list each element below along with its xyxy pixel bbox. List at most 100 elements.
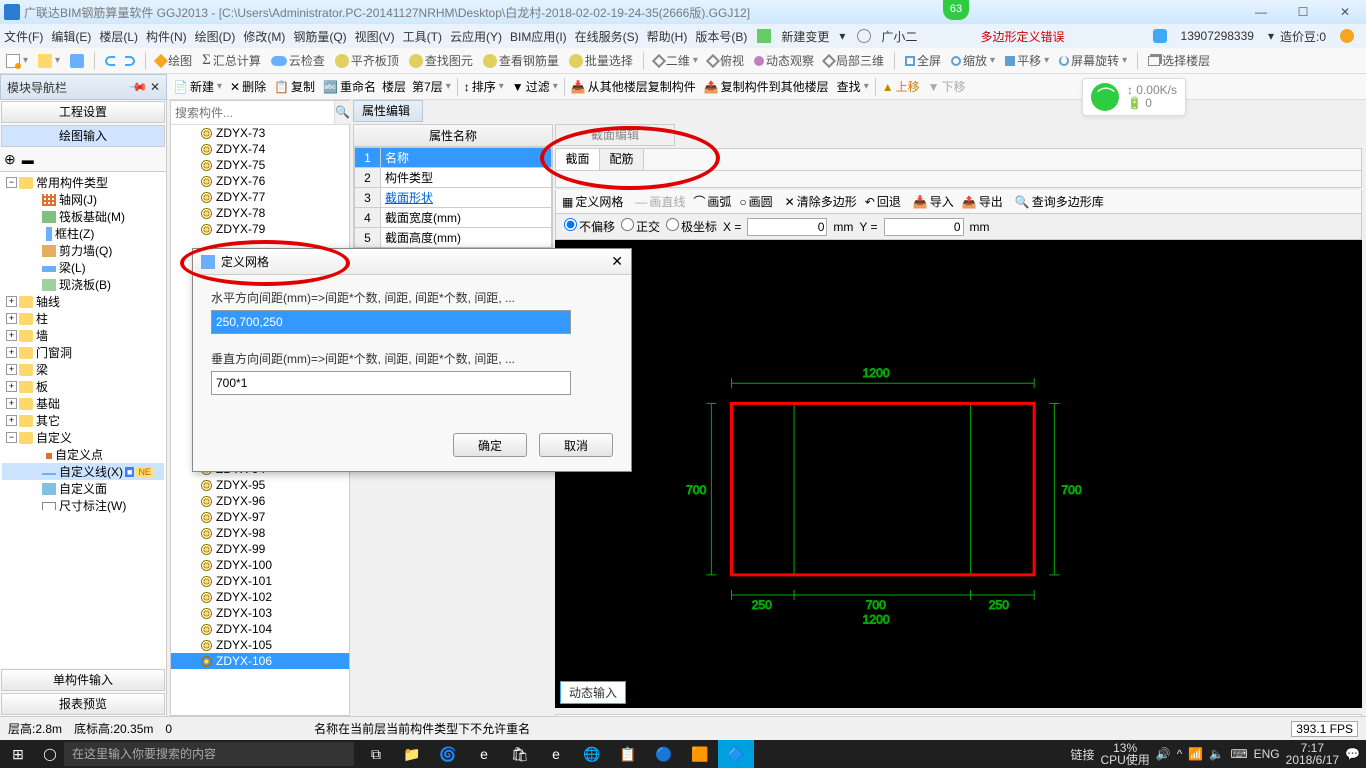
radio-polar[interactable]: 极坐标 (666, 218, 717, 235)
list-item[interactable]: ZDYX-102 (171, 589, 349, 605)
search-input[interactable] (171, 101, 334, 124)
y-input[interactable] (884, 218, 964, 236)
query-library-button[interactable]: 🔍 查询多边形库 (1013, 193, 1106, 210)
tray-lang[interactable]: ENG (1254, 747, 1280, 761)
dynamic-view-button[interactable]: 动态观察 (752, 52, 816, 69)
link-label[interactable]: 链接 (1070, 746, 1094, 763)
list-item[interactable]: ZDYX-79 (171, 221, 349, 237)
dynamic-input-button[interactable]: 动态输入 (560, 681, 626, 704)
menu-draw[interactable]: 绘图(D) (195, 28, 236, 45)
tree-dimension[interactable]: 尺寸标注(W) (2, 497, 164, 514)
undo-button[interactable] (103, 56, 117, 66)
tree-axis-cat[interactable]: +轴线 (2, 293, 164, 310)
search-button[interactable]: 🔍 (334, 101, 350, 124)
copy-comp-button[interactable]: 📋 复制 (272, 78, 317, 95)
tree-custom-point[interactable]: 自定义点 (2, 446, 164, 463)
tree-other-cat[interactable]: +其它 (2, 412, 164, 429)
tray-net[interactable]: 📶 (1188, 747, 1203, 761)
delete-comp-button[interactable]: ✕ 删除 (228, 78, 268, 95)
taskbar-app-1[interactable]: 📁 (394, 740, 430, 768)
list-item[interactable]: ZDYX-101 (171, 573, 349, 589)
tree-wall-cat[interactable]: +墙 (2, 327, 164, 344)
list-item[interactable]: ZDYX-78 (171, 205, 349, 221)
radio-ortho[interactable]: 正交 (621, 218, 660, 235)
taskbar-app-2[interactable]: 🌀 (430, 740, 466, 768)
menu-comp[interactable]: 构件(N) (146, 28, 187, 45)
tree-custom-area[interactable]: 自定义面 (2, 480, 164, 497)
open-file-button[interactable] (36, 54, 62, 68)
sort-button[interactable]: ↕ 排序 (462, 78, 506, 95)
taskbar-ie[interactable]: 🌐 (574, 740, 610, 768)
import-button[interactable]: 📥 导入 (911, 193, 956, 210)
floor-selector[interactable]: 第7层 (410, 78, 453, 95)
cloud-check-button[interactable]: 云检查 (269, 52, 327, 69)
2d-view-button[interactable]: 二维 (652, 52, 700, 69)
menu-tool[interactable]: 工具(T) (403, 28, 442, 45)
list-item[interactable]: ZDYX-105 (171, 637, 349, 653)
list-item[interactable]: ZDYX-75 (171, 157, 349, 173)
prop-type[interactable]: 构件类型 (381, 168, 552, 188)
list-item[interactable]: ZDYX-95 (171, 477, 349, 493)
vertical-input[interactable] (211, 371, 571, 395)
maximize-button[interactable]: ☐ (1282, 0, 1324, 24)
start-button[interactable]: ⊞ (0, 746, 36, 763)
tree-beam[interactable]: 梁(L) (2, 259, 164, 276)
tree-axis-grid[interactable]: 轴网(J) (2, 191, 164, 208)
dialog-close-button[interactable]: ✕ (611, 253, 623, 270)
section-canvas[interactable]: 1200 700 700 250 700 250 1200 (555, 240, 1362, 708)
horizontal-input[interactable] (211, 310, 571, 334)
pan-button[interactable]: 平移 (1003, 52, 1051, 69)
menu-view[interactable]: 视图(V) (355, 28, 395, 45)
section-edit-tab[interactable]: 截面编辑 (555, 124, 675, 146)
tray-vol[interactable]: 🔈 (1209, 747, 1224, 761)
taskbar-store[interactable]: 🛍 (502, 740, 538, 768)
tree-shear-wall[interactable]: 剪力墙(Q) (2, 242, 164, 259)
list-item[interactable]: ZDYX-97 (171, 509, 349, 525)
tray-ime[interactable]: ⌨ (1230, 747, 1247, 761)
draw-line-button[interactable]: — 画直线 (633, 193, 687, 210)
menu-version[interactable]: 版本号(B) (695, 28, 747, 45)
new-change-button[interactable]: 新建变更 ▾ (755, 28, 847, 45)
save-file-button[interactable] (68, 54, 86, 68)
select-floor-button[interactable]: 选择楼层 (1146, 52, 1212, 69)
tree-custom-line[interactable]: 自定义线(X)■NE (2, 463, 164, 480)
list-item[interactable]: ZDYX-96 (171, 493, 349, 509)
top-view-button[interactable]: 俯视 (706, 52, 746, 69)
taskbar-app-3[interactable]: e (538, 740, 574, 768)
menu-floor[interactable]: 楼层(L) (99, 28, 138, 45)
new-file-button[interactable] (4, 54, 30, 68)
taskbar-search[interactable]: 在这里输入你要搜索的内容 (64, 742, 354, 766)
view-rebar-button[interactable]: 查看钢筋量 (481, 52, 561, 69)
pin-icon[interactable]: 📌 (128, 77, 148, 97)
report-preview-button[interactable]: 报表预览 (1, 693, 165, 715)
local-3d-button[interactable]: 局部三维 (822, 52, 886, 69)
tray-clock[interactable]: 7:172018/6/17 (1286, 742, 1339, 766)
phone-number[interactable]: 13907298339 (1181, 29, 1254, 43)
close-button[interactable]: ✕ (1324, 0, 1366, 24)
tree-found-cat[interactable]: +基础 (2, 395, 164, 412)
clear-polygon-button[interactable]: ✕ 清除多边形 (783, 193, 859, 210)
draw-mode-button[interactable]: 绘图 (154, 52, 194, 69)
tree-custom-cat[interactable]: −自定义 (2, 429, 164, 446)
filter-button[interactable]: ▼ 过滤 (510, 78, 560, 95)
list-item[interactable]: ZDYX-74 (171, 141, 349, 157)
project-settings-button[interactable]: 工程设置 (1, 101, 165, 123)
single-comp-button[interactable]: 单构件输入 (1, 669, 165, 691)
fullscreen-button[interactable]: 全屏 (903, 52, 943, 69)
zoom-button[interactable]: 缩放 (949, 52, 997, 69)
move-up-button[interactable]: ▲ 上移 (880, 78, 922, 95)
undo-polygon-button[interactable]: ↶ 回退 (863, 193, 903, 210)
list-item[interactable]: ZDYX-76 (171, 173, 349, 189)
copy-from-floor-button[interactable]: 📥 从其他楼层复制构件 (569, 78, 698, 95)
tree-column[interactable]: 框柱(Z) (2, 225, 164, 242)
minimize-button[interactable]: — (1240, 0, 1282, 24)
list-item[interactable]: ZDYX-99 (171, 541, 349, 557)
menu-help[interactable]: 帮助(H) (647, 28, 688, 45)
list-item[interactable]: ZDYX-73 (171, 125, 349, 141)
flat-slab-button[interactable]: 平齐板顶 (333, 52, 401, 69)
tree-common[interactable]: −常用构件类型 (2, 174, 164, 191)
drawing-input-button[interactable]: 绘图输入 (1, 125, 165, 147)
draw-circle-button[interactable]: ○ 画圆 (737, 193, 774, 210)
tray-up[interactable]: ^ (1177, 747, 1183, 761)
tray-notifications[interactable]: 💬 (1345, 747, 1360, 761)
